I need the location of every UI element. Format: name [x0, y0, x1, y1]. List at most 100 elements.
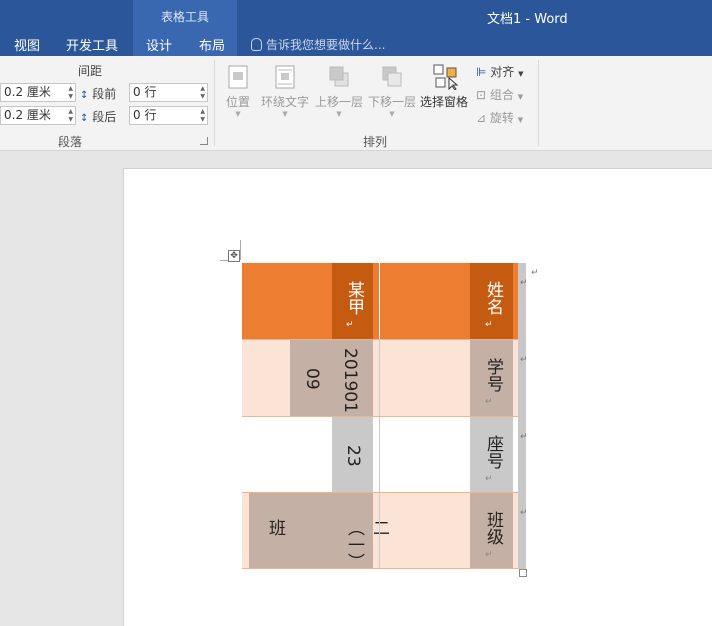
column-divider	[379, 417, 380, 492]
group-divider	[538, 60, 539, 146]
spin-arrows-icon[interactable]: ▲ ▼	[200, 85, 205, 101]
table-cell-value[interactable]: 201901 09	[290, 340, 373, 416]
table-resize-handle-icon[interactable]	[519, 569, 527, 577]
selection-pane-icon	[433, 64, 459, 91]
bring-forward-label: 上移一层	[314, 95, 363, 109]
space-after-input[interactable]: 0 行 ▲ ▼	[129, 106, 208, 125]
paragraph-mark-icon: ↵	[531, 268, 539, 278]
cell-text-wrap: 09	[302, 368, 322, 390]
tab-view[interactable]: 视图	[14, 35, 40, 54]
cell-text: 201901	[340, 348, 360, 413]
send-backward-label: 下移一层	[367, 95, 416, 109]
space-after-text: 段后	[92, 110, 117, 124]
tab-developer[interactable]: 开发工具	[66, 35, 118, 54]
chevron-down-icon: ▼	[282, 110, 288, 118]
bring-forward-button[interactable]: 上移一层 ▼	[313, 64, 365, 118]
group-objects-icon: ⊡	[476, 88, 487, 102]
table-cell-label[interactable]: 座号 ↵	[470, 417, 513, 492]
cell-text: 学号	[483, 358, 503, 392]
space-before-input[interactable]: 0 行 ▲ ▼	[129, 83, 208, 102]
position-icon	[227, 64, 249, 90]
space-before-icon: ↕	[80, 90, 89, 101]
table-cell-value[interactable]: 23	[332, 417, 373, 492]
context-group-title: 表格工具	[160, 10, 209, 24]
row-end-mark-icon: ↵	[520, 508, 528, 518]
chevron-down-icon: ▼	[518, 70, 524, 78]
indent-right-value: 0.2 厘米	[4, 108, 51, 122]
column-divider	[379, 493, 380, 568]
tab-design[interactable]: 设计	[146, 35, 172, 54]
paragraph-mark-icon: ↵	[346, 320, 354, 330]
chevron-down-icon: ▼	[517, 93, 524, 101]
group-divider	[214, 60, 215, 146]
table-row[interactable]: 23 座号 ↵	[242, 417, 518, 493]
wrap-text-label: 环绕文字	[260, 95, 309, 109]
space-before-label: ↕ 段前	[80, 85, 116, 102]
column-divider	[379, 263, 380, 339]
table-cell-label[interactable]: 班级 ↵	[470, 493, 513, 568]
cell-text: 二（一）	[344, 519, 389, 570]
cell-text: 姓名	[483, 281, 503, 315]
group-button[interactable]: ⊡ 组合 ▼	[476, 86, 523, 103]
arrange-group-label: 排列	[363, 135, 388, 149]
selection-pane-button[interactable]: 选择窗格	[419, 64, 469, 110]
paragraph-mark-icon: ↵	[485, 474, 493, 484]
lightbulb-icon	[251, 38, 262, 51]
send-backward-button[interactable]: 下移一层 ▼	[366, 64, 418, 118]
group-label: 组合	[489, 88, 514, 102]
table-row[interactable]: 201901 09 学号 ↵	[242, 340, 518, 417]
table-cell-value[interactable]: 某甲 ↵	[332, 263, 373, 339]
tell-me-box[interactable]: 告诉我您想要做什么...	[251, 36, 385, 53]
indent-right-input[interactable]: 0.2 厘米 ▲ ▼	[0, 106, 76, 125]
space-after-label: ↕ 段后	[80, 108, 116, 125]
row-end-mark-icon: ↵	[520, 278, 528, 288]
wrap-text-button[interactable]: 环绕文字 ▼	[259, 64, 311, 118]
table-row[interactable]: 二（一） 班 班级 ↵	[242, 493, 518, 570]
space-before-text: 段前	[92, 87, 117, 101]
indent-left-input[interactable]: 0.2 厘米 ▲ ▼	[0, 83, 76, 102]
indent-left-value: 0.2 厘米	[4, 85, 51, 99]
spin-arrows-icon[interactable]: ▲ ▼	[68, 108, 73, 124]
column-divider	[379, 340, 380, 416]
tab-layout[interactable]: 布局	[199, 35, 225, 54]
table-cell-label[interactable]: 姓名 ↵	[470, 263, 513, 339]
dialog-launcher-icon[interactable]	[200, 137, 208, 145]
align-icon: ⊫	[476, 65, 487, 79]
window-title: 文档1 - Word	[487, 12, 568, 27]
row-end-mark-icon: ↵	[520, 432, 528, 442]
tell-me-placeholder: 告诉我您想要做什么...	[266, 38, 386, 52]
align-button[interactable]: ⊫ 对齐 ▼	[476, 63, 524, 80]
rotate-label: 旋转	[489, 111, 514, 125]
chevron-down-icon: ▼	[235, 110, 241, 118]
cell-text: 班级	[483, 511, 503, 545]
spin-arrows-icon[interactable]: ▲ ▼	[200, 108, 205, 124]
corner-mark	[240, 240, 241, 260]
chevron-down-icon: ▼	[336, 110, 342, 118]
position-button[interactable]: 位置 ▼	[222, 64, 254, 118]
table-move-handle-icon[interactable]: ✥	[228, 250, 240, 262]
chevron-down-icon: ▼	[517, 116, 524, 124]
spin-arrows-icon[interactable]: ▲ ▼	[68, 85, 73, 101]
paragraph-mark-icon: ↵	[485, 550, 493, 560]
send-backward-icon	[381, 64, 403, 90]
rotate-icon: ⊿	[476, 111, 487, 125]
row-end-markers	[518, 263, 526, 569]
paragraph-mark-icon: ↵	[485, 320, 493, 330]
space-after-value: 0 行	[133, 108, 157, 122]
space-after-icon: ↕	[80, 113, 89, 124]
selection-pane-label: 选择窗格	[419, 95, 468, 109]
paragraph-mark-icon: ↵	[485, 397, 493, 407]
table-row[interactable]: 某甲 ↵ 姓名 ↵	[242, 263, 518, 340]
cell-text: 座号	[483, 435, 503, 469]
row-end-mark-icon: ↵	[520, 355, 528, 365]
cell-text: 某甲	[344, 281, 364, 315]
table-cell-value[interactable]: 二（一） 班	[249, 493, 389, 570]
table-cell-label[interactable]: 学号 ↵	[470, 340, 513, 416]
rotate-button[interactable]: ⊿ 旋转 ▼	[476, 109, 523, 126]
position-label: 位置	[225, 95, 250, 109]
cell-text: 23	[343, 445, 363, 467]
cell-text-wrap: 班	[265, 519, 285, 536]
paragraph-group-label: 段落	[58, 135, 83, 149]
chevron-down-icon: ▼	[389, 110, 395, 118]
bring-forward-icon	[328, 64, 350, 90]
